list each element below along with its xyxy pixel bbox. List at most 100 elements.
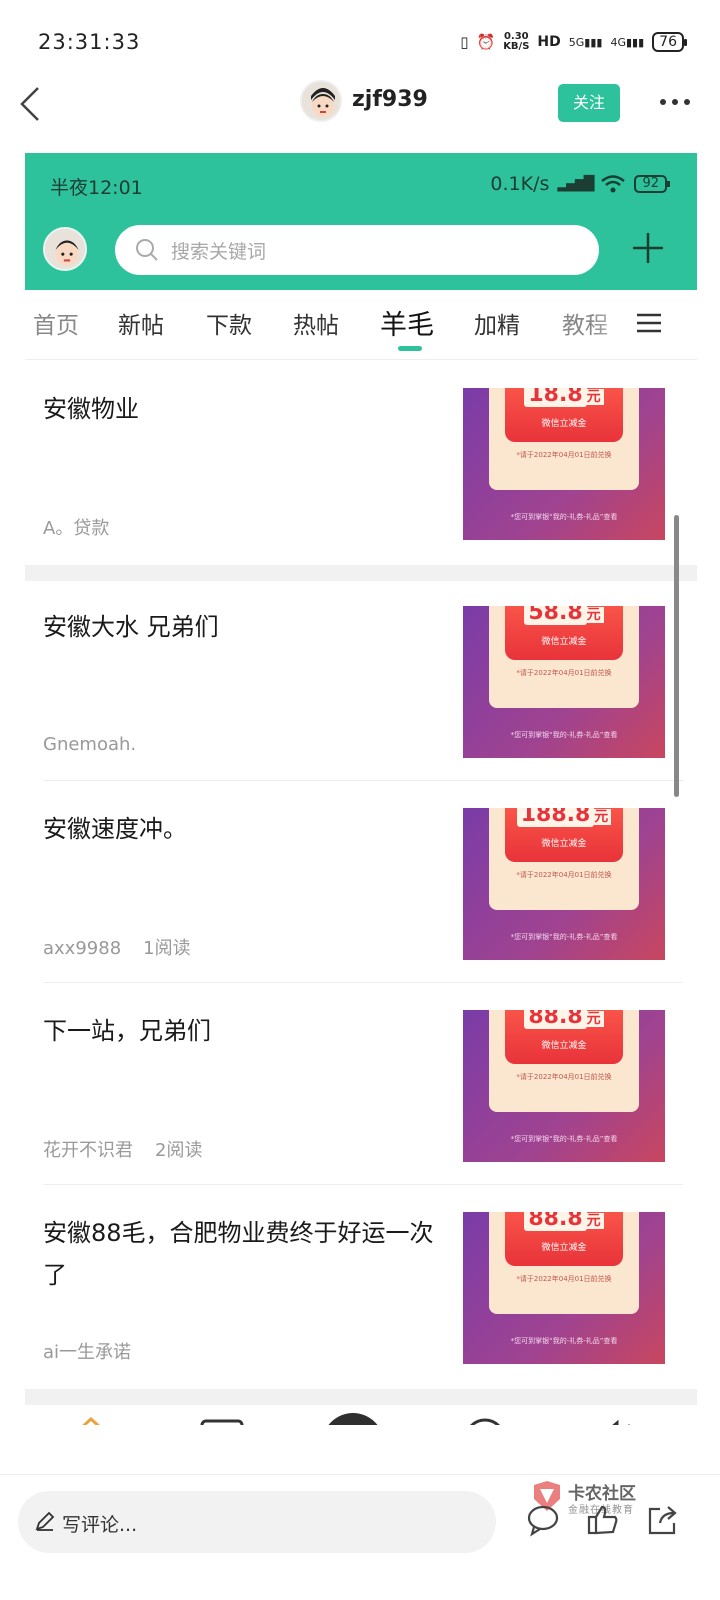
- pen-icon: [35, 1511, 55, 1531]
- like-icon: [587, 1505, 618, 1535]
- signal-4g-icon: 4G▮▮▮: [610, 35, 645, 49]
- inner-signal-icon: ▂▄▆█: [557, 176, 594, 192]
- post-author: ai一生承诺: [43, 1342, 132, 1363]
- tab-featured[interactable]: 加精: [474, 306, 520, 340]
- thumbnail-note: *您可到掌银“我的-礼券-礼品”查看: [510, 513, 618, 521]
- tab-home[interactable]: 首页: [33, 306, 79, 340]
- post-author: axx9988: [43, 938, 122, 959]
- post-meta: axx9988 1阅读: [43, 934, 213, 960]
- post-title[interactable]: 安徽88毛，合肥物业费终于好运一次了: [43, 1212, 453, 1296]
- nav-forum[interactable]: 论坛: [190, 1415, 254, 1425]
- scrollbar[interactable]: [674, 515, 679, 797]
- coupon-note: *请于2022年04月01日前兑换: [516, 1073, 612, 1081]
- post-thumbnail[interactable]: 88.8 元 微信立减金 *请于2022年04月01日前兑换 *您可到掌银“我的-…: [463, 1212, 665, 1364]
- post-item[interactable]: 下一站，兄弟们 花开不识君 2阅读 88.8 元 微信立减金 *请于2022年04月…: [25, 1010, 697, 1170]
- thumbnail-note: *您可到掌银“我的-礼券-礼品”查看: [510, 933, 618, 941]
- inner-battery-indicator: 92: [634, 175, 670, 193]
- tab-wool[interactable]: 羊毛: [380, 303, 434, 342]
- coupon-note: *请于2022年04月01日前兑换: [516, 871, 612, 879]
- more-button[interactable]: [660, 90, 700, 114]
- post-item[interactable]: 安徽物业 A。贷款 18.8 元 微信立减金 *请于2022年04月01日前兑换 …: [25, 388, 697, 548]
- inner-status-icons: 0.1K/s ▂▄▆█ 92: [490, 173, 670, 195]
- follow-button[interactable]: 关注: [558, 84, 620, 122]
- battery-indicator: 76: [652, 32, 687, 52]
- post-thumbnail[interactable]: 188.8 元 微信立减金 *请于2022年04月01日前兑换 *您可到掌银“我的…: [463, 808, 665, 960]
- post-thumbnail[interactable]: 18.8 元 微信立减金 *请于2022年04月01日前兑换 *您可到掌银“我的-…: [463, 388, 665, 540]
- search-placeholder: 搜索关键词: [171, 241, 267, 263]
- post-title[interactable]: 下一站，兄弟们: [43, 1010, 453, 1052]
- post-meta: A。贷款: [43, 514, 153, 540]
- inner-bottom-nav: 首页 论坛 发布 超市 消息: [25, 1401, 697, 1425]
- inner-app-header: 半夜12:01 0.1K/s ▂▄▆█ 92 搜索关键词: [25, 153, 697, 290]
- nav-market[interactable]: 超市: [453, 1415, 517, 1425]
- forum-icon: [200, 1419, 244, 1425]
- menu-icon[interactable]: [637, 312, 661, 334]
- coupon-subtitle: 微信立减金: [541, 839, 587, 849]
- tab-new[interactable]: 新帖: [118, 306, 164, 340]
- post-title[interactable]: 安徽物业: [43, 388, 453, 430]
- back-icon: [20, 87, 39, 121]
- coupon-subtitle: 微信立减金: [541, 637, 587, 647]
- thumbnail-note: *您可到掌银“我的-礼券-礼品”查看: [510, 1337, 618, 1345]
- inner-user-avatar[interactable]: [43, 227, 87, 271]
- post-thumbnail[interactable]: 88.8 元 微信立减金 *请于2022年04月01日前兑换 *您可到掌银“我的-…: [463, 1010, 665, 1162]
- post-item[interactable]: 安徽速度冲。 axx9988 1阅读 188.8 元 微信立减金 *请于2022年0…: [25, 808, 697, 968]
- post-title[interactable]: 安徽速度冲。: [43, 808, 453, 850]
- post-meta: 花开不识君 2阅读: [43, 1136, 224, 1162]
- post-author: A。贷款: [43, 518, 110, 539]
- tab-loan[interactable]: 下款: [206, 306, 252, 340]
- coupon-subtitle: 微信立减金: [541, 419, 587, 429]
- coupon-note: *请于2022年04月01日前兑换: [516, 1275, 612, 1283]
- system-time: 23:31:33: [38, 30, 141, 54]
- coupon-amount: 88.8 元: [505, 1212, 623, 1231]
- inner-wifi-icon: [601, 175, 626, 193]
- thumbnail-note: *您可到掌银“我的-礼券-礼品”查看: [510, 1135, 618, 1143]
- comment-input[interactable]: 写评论...: [18, 1491, 496, 1553]
- inner-status-time: 半夜12:01: [50, 177, 143, 199]
- author-avatar[interactable]: [300, 80, 342, 122]
- alarm-icon: ⏰: [476, 33, 496, 51]
- share-button[interactable]: [646, 1503, 680, 1537]
- post-meta: Gnemoah.: [43, 734, 180, 755]
- share-icon: [648, 1506, 677, 1535]
- thumbnail-note: *您可到掌银“我的-礼券-礼品”查看: [510, 731, 618, 739]
- search-icon: [136, 239, 158, 261]
- coupon-amount: 58.8 元: [505, 606, 623, 625]
- home-icon: [82, 1416, 100, 1425]
- hd-indicator: HD: [537, 34, 561, 50]
- search-input[interactable]: 搜索关键词: [115, 225, 599, 275]
- market-icon: [470, 1418, 500, 1425]
- author-name[interactable]: zjf939: [352, 87, 428, 112]
- post-item[interactable]: 安徽88毛，合肥物业费终于好运一次了 ai一生承诺 88.8 元 微信立减金 *请…: [25, 1212, 697, 1372]
- coupon-note: *请于2022年04月01日前兑换: [516, 669, 612, 677]
- comment-placeholder: 写评论...: [62, 1514, 138, 1536]
- divider: [43, 982, 683, 983]
- post-thumbnail[interactable]: 58.8 元 微信立减金 *请于2022年04月01日前兑换 *您可到掌银“我的-…: [463, 606, 665, 758]
- comment-button[interactable]: [526, 1503, 560, 1537]
- tab-hot[interactable]: 热帖: [293, 306, 339, 340]
- active-tab-indicator: [398, 346, 422, 351]
- post-meta: ai一生承诺: [43, 1338, 175, 1364]
- divider: [43, 1184, 683, 1185]
- coupon-amount: 188.8 元: [505, 808, 623, 827]
- back-button[interactable]: [14, 82, 54, 126]
- message-icon: [612, 1419, 630, 1425]
- signal-5g-icon: 5G▮▮▮: [568, 35, 603, 49]
- system-status-icons: ▯ ⏰ 0.30 KB/S HD 5G▮▮▮ 4G▮▮▮ 76: [460, 31, 687, 52]
- plus-icon[interactable]: [631, 231, 665, 265]
- divider: [25, 565, 697, 581]
- vibrate-icon: ▯: [460, 33, 469, 51]
- nav-message[interactable]: 消息: [583, 1415, 647, 1425]
- nav-publish[interactable]: 发布: [322, 1413, 384, 1425]
- nav-home[interactable]: 首页: [59, 1415, 123, 1425]
- divider: [43, 780, 683, 781]
- coupon-note: *请于2022年04月01日前兑换: [516, 451, 612, 459]
- comment-bar: 写评论... 卡农社区 金融在线教育: [0, 1474, 720, 1600]
- post-reads: 1阅读: [143, 938, 191, 959]
- network-speed: 0.30 KB/S: [503, 31, 530, 52]
- coupon-subtitle: 微信立减金: [541, 1041, 587, 1051]
- post-item[interactable]: 安徽大水 兄弟们 Gnemoah. 58.8 元 微信立减金 *请于2022年04…: [25, 606, 697, 766]
- like-button[interactable]: [586, 1503, 620, 1537]
- post-title[interactable]: 安徽大水 兄弟们: [43, 606, 453, 648]
- inner-network-speed: 0.1K/s: [490, 173, 550, 195]
